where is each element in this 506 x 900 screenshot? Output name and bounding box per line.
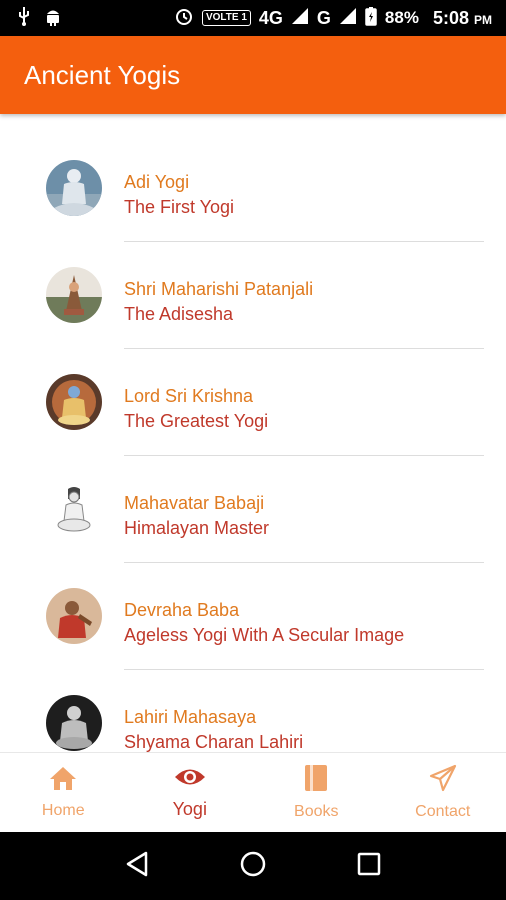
back-icon[interactable]	[124, 850, 150, 883]
nav-home-label: Home	[41, 802, 85, 819]
battery-percent: 88%	[384, 8, 419, 27]
nav-home[interactable]: Home	[0, 753, 127, 832]
clock-time: 5:08	[432, 7, 469, 28]
usb-icon	[16, 6, 32, 31]
item-name: Mahavatar Babaji	[124, 493, 265, 513]
android-icon	[44, 6, 62, 31]
network-g-label: G	[316, 7, 331, 28]
home-icon	[49, 765, 77, 796]
item-text: Devraha Baba Ageless Yogi With A Secular…	[124, 598, 404, 648]
nav-yogi[interactable]: Yogi	[127, 753, 254, 832]
book-icon	[303, 764, 329, 797]
battery-icon	[365, 6, 377, 31]
nav-books-label: Books	[294, 803, 339, 820]
list-item-patanjali[interactable]: Shri Maharishi Patanjali The Adisesha	[0, 233, 506, 349]
list-item-devraha-baba[interactable]: Devraha Baba Ageless Yogi With A Secular…	[0, 554, 506, 670]
signal-icon-2	[339, 7, 357, 30]
nav-yogi-label: Yogi	[172, 798, 207, 819]
status-right: VOLTE 1 4G G 88% 5:08 PM	[174, 6, 492, 31]
bottom-navigation: Home Yogi Books Contact	[0, 752, 506, 832]
send-icon	[429, 764, 457, 797]
avatar	[46, 481, 102, 537]
item-subtitle: Ageless Yogi With A Secular Image	[124, 625, 405, 645]
item-subtitle: The Adisesha	[124, 304, 234, 324]
item-subtitle: The First Yogi	[124, 197, 235, 217]
item-subtitle: Himalayan Master	[124, 518, 270, 538]
list-item-lahiri-mahasaya[interactable]: Lahiri Mahasaya Shyama Charan Lahiri	[0, 661, 506, 752]
item-name: Shri Maharishi Patanjali	[124, 279, 314, 299]
app-title: Ancient Yogis	[24, 59, 181, 90]
alarm-icon	[174, 6, 194, 31]
item-text: Adi Yogi The First Yogi	[124, 170, 234, 220]
avatar	[46, 374, 102, 430]
nav-contact-label: Contact	[415, 803, 471, 820]
item-name: Lahiri Mahasaya	[124, 707, 257, 727]
item-name: Adi Yogi	[124, 172, 190, 192]
nav-books[interactable]: Books	[253, 753, 380, 832]
item-text: Mahavatar Babaji Himalayan Master	[124, 491, 269, 541]
list-item-adi-yogi[interactable]: Adi Yogi The First Yogi	[0, 126, 506, 242]
clock-ampm: PM	[474, 12, 492, 27]
status-bar: VOLTE 1 4G G 88% 5:08 PM	[0, 0, 506, 36]
item-text: Shri Maharishi Patanjali The Adisesha	[124, 277, 313, 327]
avatar	[46, 695, 102, 751]
nav-contact[interactable]: Contact	[380, 753, 506, 832]
system-navigation-bar	[0, 832, 506, 900]
eye-icon	[174, 766, 206, 793]
recents-icon[interactable]	[356, 851, 382, 882]
list-item-krishna[interactable]: Lord Sri Krishna The Greatest Yogi	[0, 340, 506, 456]
item-text: Lahiri Mahasaya Shyama Charan Lahiri	[124, 705, 303, 752]
item-subtitle: Shyama Charan Lahiri	[124, 732, 304, 752]
status-left	[16, 6, 62, 31]
item-name: Lord Sri Krishna	[124, 386, 254, 406]
item-text: Lord Sri Krishna The Greatest Yogi	[124, 384, 268, 434]
network-4g-label: 4G	[258, 7, 283, 28]
avatar	[46, 160, 102, 216]
yogi-list[interactable]: Adi Yogi The First Yogi Shri Maharishi P…	[0, 126, 506, 752]
avatar	[46, 267, 102, 323]
item-name: Devraha Baba	[124, 600, 240, 620]
home-circle-icon[interactable]	[239, 850, 267, 883]
clock: 5:08 PM	[433, 8, 492, 29]
list-item-babaji[interactable]: Mahavatar Babaji Himalayan Master	[0, 447, 506, 563]
item-subtitle: The Greatest Yogi	[124, 411, 269, 431]
avatar	[46, 588, 102, 644]
signal-icon	[291, 7, 309, 30]
app-bar: Ancient Yogis	[0, 36, 506, 114]
volte-badge: VOLTE 1	[201, 10, 251, 26]
